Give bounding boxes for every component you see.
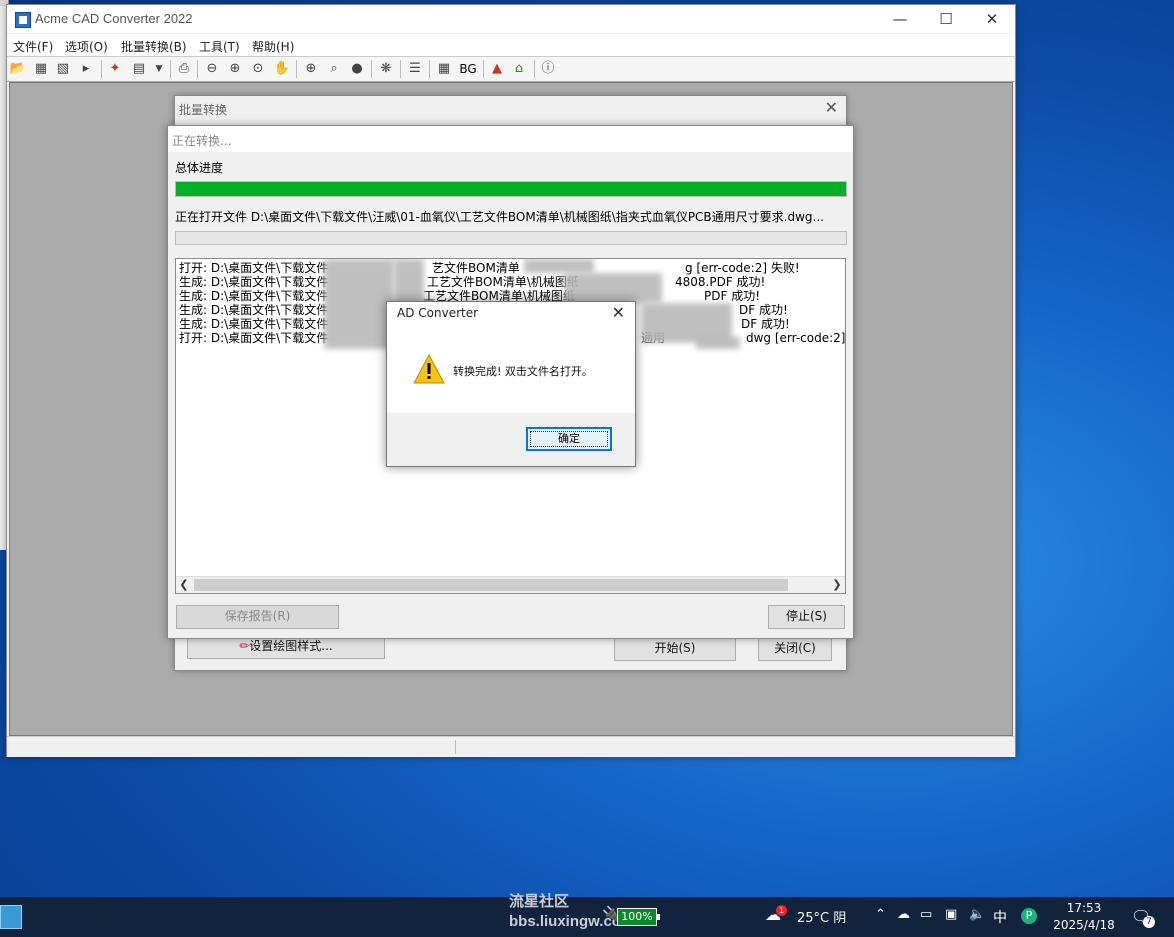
file-progress-bar [175, 231, 847, 245]
info-icon[interactable]: ⓘ [539, 60, 557, 78]
zoom-in-icon[interactable]: ⊕ [226, 60, 244, 78]
title-bar[interactable]: Acme CAD Converter 2022 — ☐ ✕ [7, 5, 1015, 33]
app-icon [15, 12, 31, 28]
properties-icon[interactable]: ▦ [435, 60, 453, 78]
save-report-button[interactable]: 保存报告(R) [176, 605, 339, 629]
batch-icon[interactable]: ▤ [130, 60, 148, 78]
pan-icon[interactable]: ✋ [273, 60, 291, 78]
open-folder-icon[interactable]: 📂 [9, 60, 27, 78]
menu-file[interactable]: 文件(F) [13, 38, 53, 55]
log-line[interactable]: 生成: D:\桌面文件\下载文件 工艺文件BOM清单\机械图纸 4808.PDF 成… [179, 275, 765, 289]
battery-indicator[interactable]: 100% [617, 908, 660, 926]
ok-button[interactable]: 确定 [526, 427, 612, 451]
redaction-mosaic [324, 259, 394, 349]
zoom-extents-icon[interactable]: ⊕ [302, 60, 320, 78]
toolbar: 📂 ▦ ▧ ▸ ✦ ▤ ▼ ⎙ ⊖ ⊕ ⊙ ✋ ⊕ ⌕ ● ❋ ☰ ▦ BG ▲… [7, 56, 1015, 82]
zoom-window-icon[interactable]: ⊙ [249, 60, 267, 78]
scroll-left-icon[interactable]: ❮ [176, 577, 192, 593]
weather-text[interactable]: 25°C 阴 [797, 907, 846, 926]
log-line[interactable]: 生成: D:\桌面文件\下载文件 DF 成功! [179, 303, 788, 317]
taskbar: 流星社区 bbs.liuxingw.com 🔌 100% ☁ 1 25°C 阴 … [0, 893, 1174, 937]
window-title: Acme CAD Converter 2022 [35, 11, 193, 26]
log-line[interactable]: 打开: D:\桌面文件\下载文件通用dwg [err-code:2] [179, 331, 845, 345]
menu-help[interactable]: 帮助(H) [252, 38, 294, 55]
batch-dialog-title: 批量转换 [179, 103, 228, 117]
completion-message-box: AD Converter ✕ 转换完成! 双击文件名打开。 确定 [386, 301, 636, 467]
log-line[interactable]: 打开: D:\桌面文件\下载文件 艺文件BOM清单 g [err-code:2] 失… [179, 261, 800, 275]
log-line[interactable]: 生成: D:\桌面文件\下载文件 工艺文件BOM清单\机械图纸 PDF 成功! [179, 289, 760, 303]
export-icon[interactable]: ▸ [77, 60, 95, 78]
minimize-button[interactable]: — [877, 5, 923, 33]
battery-icon[interactable]: ▭ [920, 907, 932, 922]
overall-progress-label: 总体进度 [175, 161, 224, 175]
taskbar-app-icon[interactable] [0, 905, 22, 929]
log-horizontal-scrollbar[interactable]: ❮ ❯ [176, 576, 845, 593]
layout-icon[interactable]: ☰ [406, 60, 424, 78]
log-line[interactable]: 生成: D:\桌面文件\下载文件 DF 成功! [179, 317, 790, 331]
overall-progress-bar [175, 181, 847, 197]
clock[interactable]: 17:53 2025/4/18 [1052, 900, 1116, 934]
menu-batch[interactable]: 批量转换(B) [121, 38, 187, 55]
zoom-out-icon[interactable]: ⊖ [203, 60, 221, 78]
background-color-button[interactable]: BG [456, 60, 480, 78]
message-footer: 确定 [387, 413, 635, 466]
current-file-label: 正在打开文件 D:\桌面文件\下载文件\汪威\01-血氧仪\工艺文件BOM清单\… [175, 210, 824, 224]
chevron-up-icon[interactable]: ⌃ [875, 907, 886, 922]
dropdown-arrow-icon[interactable]: ▼ [150, 60, 168, 78]
onedrive-icon[interactable]: ☁ [897, 907, 910, 922]
redaction-mosaic [524, 259, 594, 273]
menu-bar: 文件(F) 选项(O) 批量转换(B) 工具(T) 帮助(H) [7, 34, 1015, 56]
close-button[interactable]: ✕ [969, 5, 1015, 33]
scroll-right-icon[interactable]: ❯ [829, 577, 845, 593]
message-close-icon[interactable]: ✕ [612, 303, 625, 322]
stop-button[interactable]: 停止(S) [768, 605, 845, 629]
layers-icon[interactable]: ❋ [377, 60, 395, 78]
print-icon[interactable]: ⎙ [175, 60, 193, 78]
redaction-mosaic [696, 337, 740, 349]
batch-close-icon[interactable]: ✕ [825, 98, 838, 117]
menu-tools[interactable]: 工具(T) [199, 38, 240, 55]
zoom-realtime-icon[interactable]: ⌕ [325, 60, 343, 78]
menu-options[interactable]: 选项(O) [65, 38, 108, 55]
progress-dialog-title: 正在转换... [172, 134, 232, 148]
ime-indicator[interactable]: 中 [993, 907, 1007, 927]
network-icon[interactable]: ▣ [945, 907, 957, 922]
warning-icon [413, 354, 445, 384]
message-text: 转换完成! 双击文件名打开。 [453, 365, 593, 378]
home-icon[interactable]: ⌂ [510, 60, 528, 78]
start-button[interactable]: 开始(S) [614, 637, 736, 661]
notification-badge: 7 [1143, 916, 1155, 928]
convert-icon[interactable]: ✦ [106, 60, 124, 78]
progress-title-bar: 正在转换... [168, 126, 853, 152]
save-all-icon[interactable]: ▧ [54, 60, 72, 78]
view-icon[interactable]: ● [348, 60, 366, 78]
scroll-thumb[interactable] [194, 579, 788, 591]
volume-icon[interactable]: 🔈 [969, 907, 985, 922]
maximize-button[interactable]: ☐ [923, 5, 969, 33]
app-tray-icon[interactable]: P [1021, 908, 1037, 924]
pens-icon: ✏ [239, 639, 250, 653]
message-box-title: AD Converter [397, 306, 479, 320]
status-bar [7, 736, 1015, 757]
close-dialog-button[interactable]: 关闭(C) [758, 637, 832, 661]
weather-badge: 1 [776, 905, 787, 916]
color-settings-icon[interactable]: ▲ [488, 60, 506, 78]
redaction-mosaic [564, 273, 662, 303]
save-icon[interactable]: ▦ [32, 60, 50, 78]
